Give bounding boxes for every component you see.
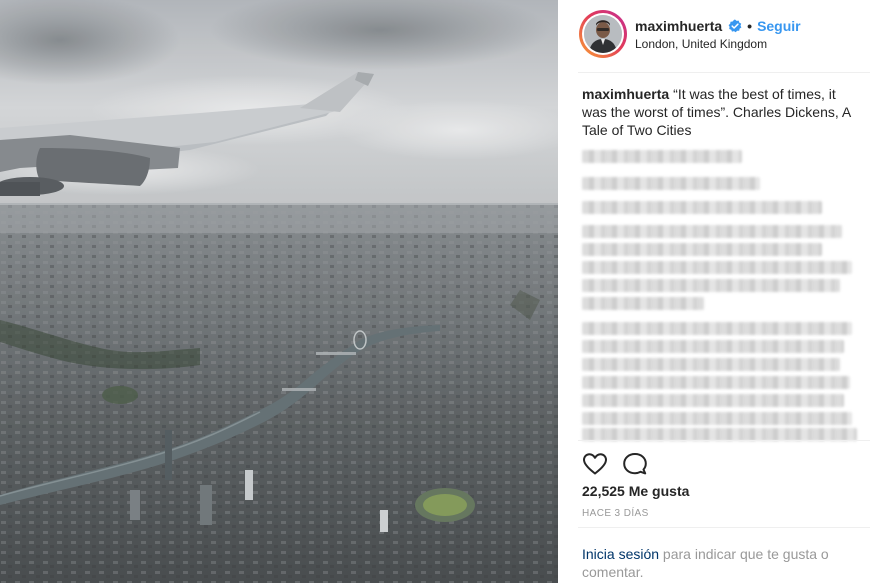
blurred-line xyxy=(582,322,852,335)
post-header: maximhuerta • Seguir London, United King… xyxy=(558,0,879,72)
comments-divider xyxy=(578,440,870,441)
action-bar xyxy=(582,452,662,476)
blurred-line xyxy=(582,201,822,214)
blurred-line xyxy=(582,358,840,371)
blurred-line xyxy=(582,225,842,238)
avatar-image xyxy=(584,15,622,53)
avatar[interactable] xyxy=(579,10,627,58)
caption-username[interactable]: maximhuerta xyxy=(582,86,669,102)
blurred-line xyxy=(582,261,852,274)
caption: maximhuerta “It was the best of times, it… xyxy=(582,85,862,139)
heart-icon[interactable] xyxy=(582,452,608,476)
verified-badge-icon xyxy=(728,19,742,33)
post-timestamp[interactable]: HACE 3 DÍAS xyxy=(582,508,649,519)
login-link[interactable]: Inicia sesión xyxy=(582,546,659,562)
blurred-line xyxy=(582,340,844,353)
login-prompt: Inicia sesión para indicar que te gusta … xyxy=(582,545,862,581)
username-link[interactable]: maximhuerta xyxy=(635,18,722,34)
blurred-line xyxy=(582,376,850,389)
header-divider xyxy=(578,72,870,73)
comment-icon[interactable] xyxy=(622,452,648,476)
blurred-line xyxy=(582,412,852,425)
post-details-panel: maximhuerta • Seguir London, United King… xyxy=(558,0,879,583)
blurred-line xyxy=(582,243,822,256)
location-link[interactable]: London, United Kingdom xyxy=(635,37,767,51)
footer-divider xyxy=(578,527,870,528)
blurred-line xyxy=(582,150,742,163)
follow-button[interactable]: Seguir xyxy=(757,18,801,34)
avatar-frame xyxy=(582,13,624,55)
likes-count[interactable]: 22,525 Me gusta xyxy=(582,483,689,499)
post-photo[interactable] xyxy=(0,0,558,583)
username-row: maximhuerta • Seguir xyxy=(635,16,801,36)
blurred-line xyxy=(582,297,704,310)
separator-dot: • xyxy=(747,18,753,34)
blurred-line xyxy=(582,394,844,407)
blurred-line xyxy=(582,279,840,292)
blurred-line xyxy=(582,177,760,190)
user-portrait-icon xyxy=(584,15,622,53)
aerial-city-image xyxy=(0,0,558,583)
